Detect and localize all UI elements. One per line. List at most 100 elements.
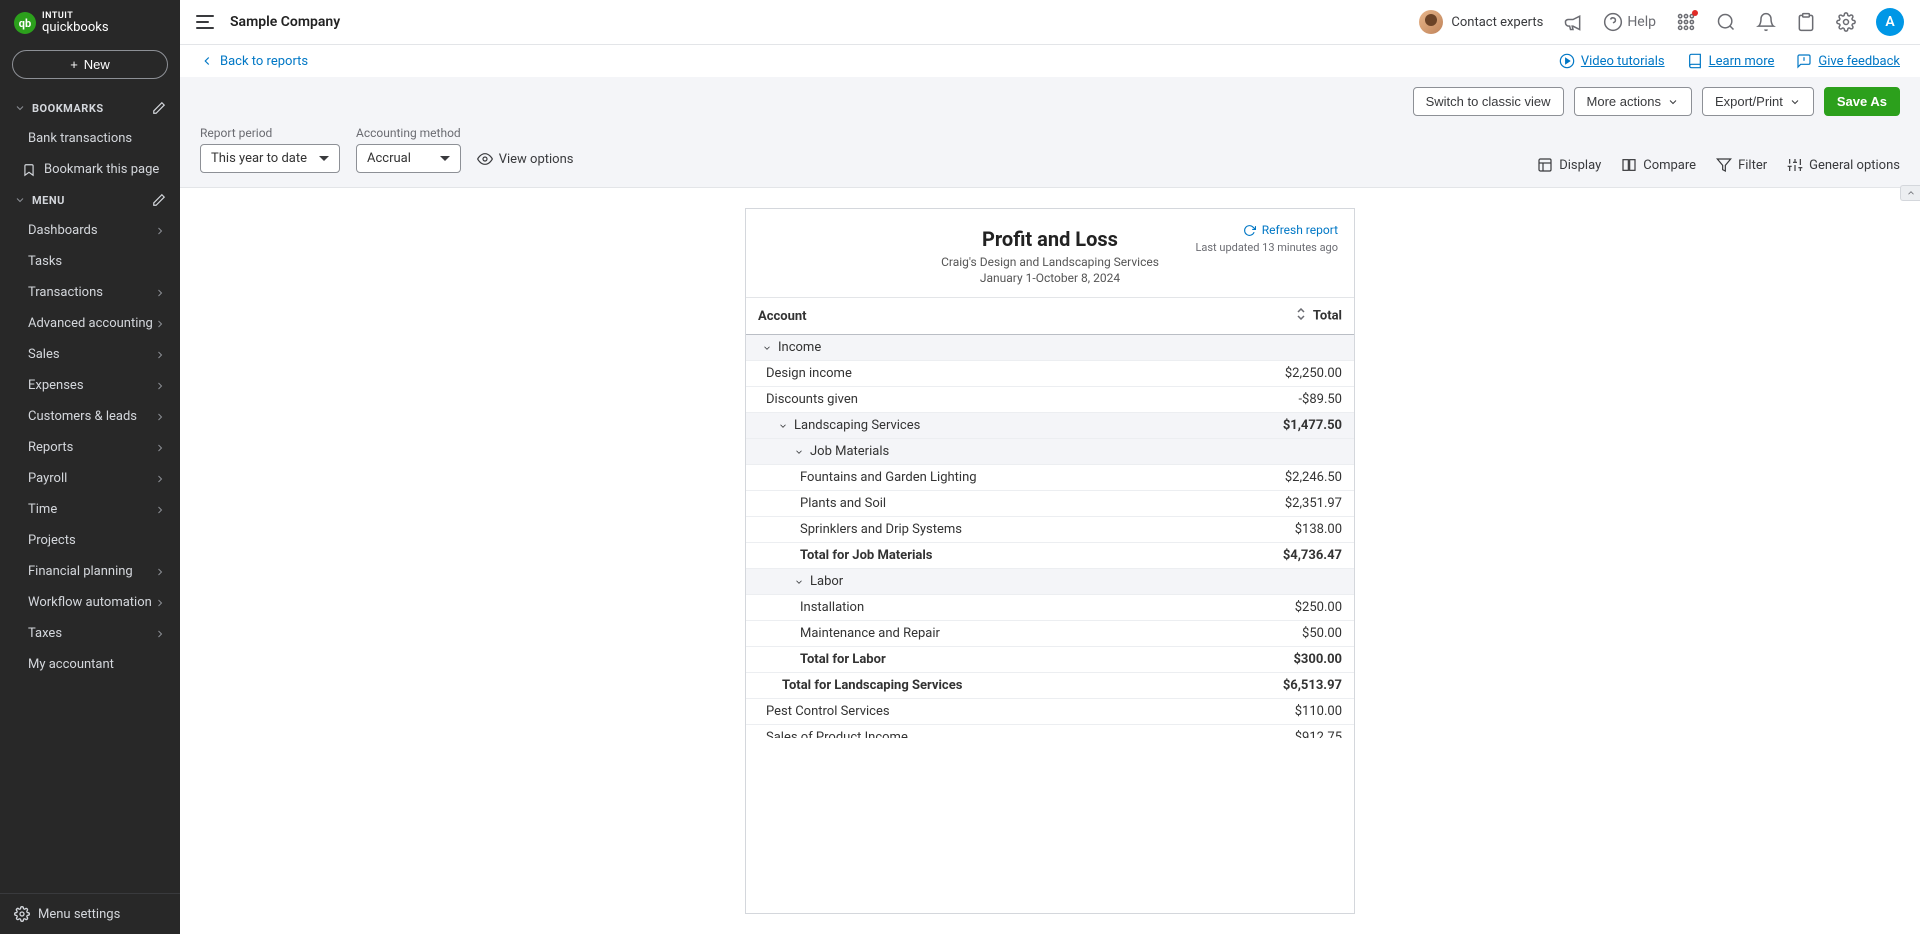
report-period-select[interactable]: This year to date xyxy=(200,144,340,173)
table-row[interactable]: Total for Job Materials$4,736.47 xyxy=(746,543,1354,569)
table-row[interactable]: Total for Landscaping Services$6,513.97 xyxy=(746,673,1354,699)
total-label: Total for Job Materials xyxy=(746,543,1189,569)
sidebar-item-time[interactable]: Time xyxy=(0,494,180,525)
video-tutorials-link[interactable]: Video tutorials xyxy=(1559,53,1665,69)
sidebar-item-expenses[interactable]: Expenses xyxy=(0,370,180,401)
display-button[interactable]: Display xyxy=(1537,157,1601,173)
table-row[interactable]: Pest Control Services$110.00 xyxy=(746,699,1354,725)
sidebar-item-payroll[interactable]: Payroll xyxy=(0,463,180,494)
sidebar-item-tasks[interactable]: Tasks xyxy=(0,246,180,277)
sidebar-item-my-accountant[interactable]: My accountant xyxy=(0,649,180,680)
table-row[interactable]: Sales of Product Income$912.75 xyxy=(746,725,1354,739)
refresh-report-button[interactable]: Refresh report xyxy=(1195,223,1338,237)
account-label: Sprinklers and Drip Systems xyxy=(746,517,1189,543)
account-column-header[interactable]: Account xyxy=(746,298,1189,335)
learn-more-link[interactable]: Learn more xyxy=(1687,53,1775,69)
menu-header[interactable]: MENU xyxy=(0,185,180,215)
plus-icon: + xyxy=(70,57,78,72)
expert-avatar-icon xyxy=(1419,10,1443,34)
account-label: Job Materials xyxy=(810,444,889,459)
notification-dot-icon xyxy=(1692,10,1698,16)
user-avatar[interactable]: A xyxy=(1876,8,1904,36)
sidebar-item-advanced-accounting[interactable]: Advanced accounting xyxy=(0,308,180,339)
total-column-header[interactable]: Total xyxy=(1189,298,1354,335)
sidebar-item-sales[interactable]: Sales xyxy=(0,339,180,370)
compare-button[interactable]: Compare xyxy=(1621,157,1696,173)
general-options-button[interactable]: General options xyxy=(1787,157,1900,173)
accounting-method-label: Accounting method xyxy=(356,126,461,140)
more-actions-button[interactable]: More actions xyxy=(1574,87,1692,116)
table-row[interactable]: Sprinklers and Drip Systems$138.00 xyxy=(746,517,1354,543)
save-as-button[interactable]: Save As xyxy=(1824,87,1900,116)
chevron-right-icon xyxy=(154,411,166,423)
table-row[interactable]: Fountains and Garden Lighting$2,246.50 xyxy=(746,465,1354,491)
clipboard-icon[interactable] xyxy=(1796,12,1816,32)
sidebar-item-financial-planning[interactable]: Financial planning xyxy=(0,556,180,587)
sidebar-item-workflow-automation[interactable]: Workflow automation xyxy=(0,587,180,618)
contact-experts-button[interactable]: Contact experts xyxy=(1419,10,1543,34)
help-button[interactable]: Help xyxy=(1603,12,1656,32)
back-to-reports-link[interactable]: Back to reports xyxy=(200,54,308,69)
search-icon[interactable] xyxy=(1716,12,1736,32)
table-row[interactable]: Income xyxy=(746,335,1354,361)
table-row[interactable]: Maintenance and Repair$50.00 xyxy=(746,621,1354,647)
menu-settings-button[interactable]: Menu settings xyxy=(0,893,180,934)
collapse-filter-tab[interactable] xyxy=(1900,185,1920,201)
table-row[interactable]: Total for Labor$300.00 xyxy=(746,647,1354,673)
report-table: Account Total IncomeDesign income$2,250.… xyxy=(746,298,1354,738)
switch-classic-button[interactable]: Switch to classic view xyxy=(1413,87,1564,116)
new-button[interactable]: + New xyxy=(12,50,168,79)
accounting-method-select[interactable]: Accrual xyxy=(356,144,461,173)
filter-button[interactable]: Filter xyxy=(1716,157,1767,173)
chevron-down-icon[interactable] xyxy=(794,577,804,587)
filter-label: Filter xyxy=(1738,158,1767,173)
table-row[interactable]: Discounts given-$89.50 xyxy=(746,387,1354,413)
apps-grid-icon[interactable] xyxy=(1676,12,1696,32)
chevron-down-icon xyxy=(14,102,26,114)
chevron-down-icon[interactable] xyxy=(794,447,804,457)
sidebar-item-bookmark[interactable]: Bank transactions xyxy=(0,123,180,154)
nav-item-label: Taxes xyxy=(28,626,62,641)
table-row[interactable]: Landscaping Services$1,477.50 xyxy=(746,413,1354,439)
chevron-down-icon[interactable] xyxy=(762,343,772,353)
sidebar-item-taxes[interactable]: Taxes xyxy=(0,618,180,649)
help-label: Help xyxy=(1627,14,1656,30)
chevron-right-icon xyxy=(154,349,166,361)
report-date-range: January 1-October 8, 2024 xyxy=(766,271,1334,285)
pencil-icon[interactable] xyxy=(152,101,166,115)
contact-experts-label: Contact experts xyxy=(1451,15,1543,30)
report-table-scroll[interactable]: Account Total IncomeDesign income$2,250.… xyxy=(746,298,1354,738)
bell-icon[interactable] xyxy=(1756,12,1776,32)
qb-logo-icon: qb xyxy=(14,12,36,34)
bookmark-this-page[interactable]: Bookmark this page xyxy=(0,154,180,185)
logo[interactable]: qb INTUIT quickbooks xyxy=(0,0,180,46)
sidebar-item-transactions[interactable]: Transactions xyxy=(0,277,180,308)
table-row[interactable]: Installation$250.00 xyxy=(746,595,1354,621)
chevron-right-icon xyxy=(154,287,166,299)
hamburger-icon[interactable] xyxy=(196,15,214,29)
sidebar-item-customers-leads[interactable]: Customers & leads xyxy=(0,401,180,432)
gear-icon xyxy=(14,906,30,922)
sidebar-item-reports[interactable]: Reports xyxy=(0,432,180,463)
nav-item-label: Sales xyxy=(28,347,60,362)
sidebar-item-projects[interactable]: Projects xyxy=(0,525,180,556)
chevron-down-icon xyxy=(1789,96,1801,108)
sidebar-item-dashboards[interactable]: Dashboards xyxy=(0,215,180,246)
export-print-button[interactable]: Export/Print xyxy=(1702,87,1814,116)
chevron-down-icon[interactable] xyxy=(778,421,788,431)
nav-item-label: Expenses xyxy=(28,378,84,393)
table-row[interactable]: Plants and Soil$2,351.97 xyxy=(746,491,1354,517)
feedback-link-label: Give feedback xyxy=(1818,54,1900,69)
nav-item-label: Advanced accounting xyxy=(28,316,153,331)
give-feedback-link[interactable]: Give feedback xyxy=(1796,53,1900,69)
chevron-down-icon xyxy=(1667,96,1679,108)
gear-icon[interactable] xyxy=(1836,12,1856,32)
table-row[interactable]: Design income$2,250.00 xyxy=(746,361,1354,387)
table-row[interactable]: Labor xyxy=(746,569,1354,595)
megaphone-icon[interactable] xyxy=(1563,12,1583,32)
view-options-button[interactable]: View options xyxy=(477,151,574,167)
table-row[interactable]: Job Materials xyxy=(746,439,1354,465)
bookmarks-header[interactable]: BOOKMARKS xyxy=(0,93,180,123)
amount-cell: $6,513.97 xyxy=(1189,673,1354,699)
pencil-icon[interactable] xyxy=(152,193,166,207)
